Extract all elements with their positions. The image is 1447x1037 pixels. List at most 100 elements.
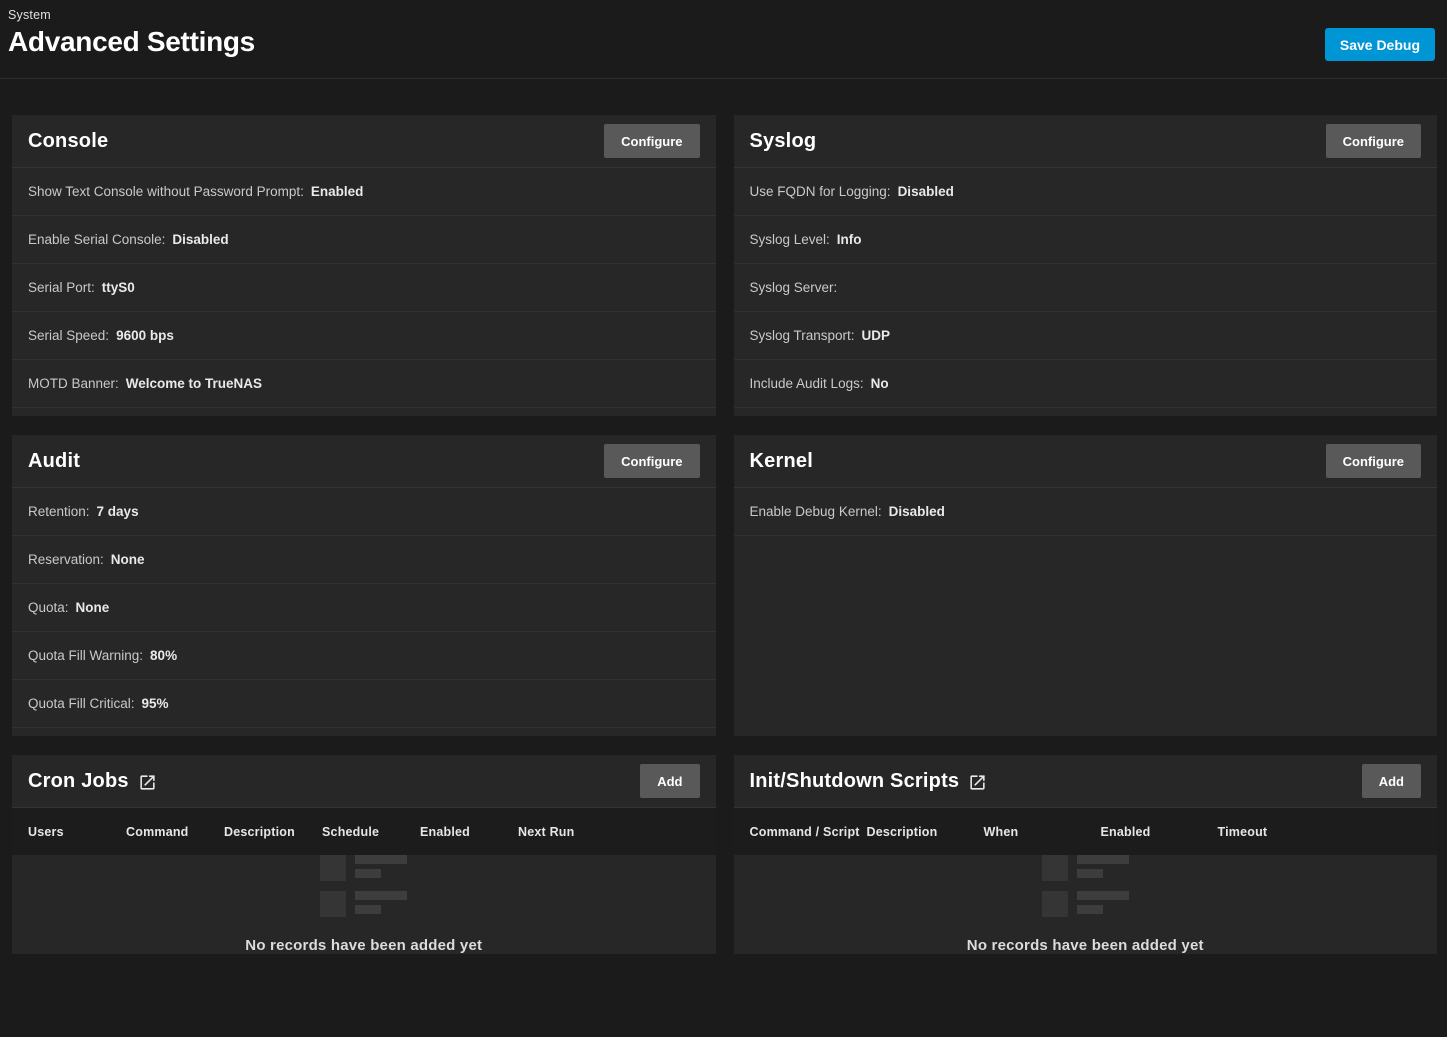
row-label: Syslog Level:	[749, 232, 830, 247]
console-row: MOTD Banner: Welcome to TrueNAS	[12, 360, 716, 408]
syslog-card-header: Syslog Configure	[733, 115, 1437, 168]
audit-row: Quota Fill Critical: 95%	[12, 680, 716, 728]
audit-row: Quota: None	[12, 584, 716, 632]
column-header-enabled: Enabled	[420, 824, 471, 839]
cron-jobs-title-text: Cron Jobs	[28, 769, 129, 792]
syslog-configure-button[interactable]: Configure	[1325, 124, 1421, 158]
empty-state-text: No records have been added yet	[966, 937, 1204, 954]
empty-list-icon	[1041, 855, 1129, 917]
syslog-row: Syslog Transport: UDP	[733, 312, 1437, 360]
row-label: MOTD Banner:	[28, 376, 119, 391]
kernel-card-title: Kernel	[749, 449, 813, 472]
kernel-card-header: Kernel Configure	[733, 435, 1437, 488]
audit-row: Quota Fill Warning: 80%	[12, 632, 716, 680]
column-header-enabled: Enabled	[1100, 824, 1151, 839]
row-label: Syslog Transport:	[749, 328, 855, 343]
page-title: Advanced Settings	[8, 26, 255, 57]
row-value: 7 days	[96, 504, 139, 519]
row-label: Enable Debug Kernel:	[749, 504, 882, 519]
empty-state-text: No records have been added yet	[245, 937, 483, 954]
init-shutdown-card-header: Init/Shutdown Scripts Add	[733, 755, 1437, 808]
row-label: Reservation:	[28, 552, 104, 567]
kernel-row: Enable Debug Kernel: Disabled	[733, 488, 1437, 536]
console-row: Enable Serial Console: Disabled	[12, 216, 716, 264]
audit-configure-button[interactable]: Configure	[604, 444, 700, 478]
card-bottom-pad	[12, 728, 716, 736]
card-bottom-pad	[734, 408, 1438, 416]
row-value: 80%	[150, 648, 178, 663]
row-value: UDP	[861, 328, 891, 343]
row-label: Retention:	[28, 504, 90, 519]
audit-row: Reservation: None	[12, 536, 716, 584]
row-value: 9600 bps	[116, 328, 174, 343]
row-value: Enabled	[310, 184, 364, 199]
column-header-timeout: Timeout	[1217, 824, 1268, 839]
row-value: Disabled	[888, 504, 945, 519]
column-header-when: When	[983, 824, 1019, 839]
console-card-header: Console Configure	[12, 115, 716, 168]
row-value: 95%	[141, 696, 169, 711]
init-shutdown-add-button[interactable]: Add	[1361, 764, 1421, 798]
row-value: ttyS0	[101, 280, 135, 295]
cron-jobs-table-header: Users Command Description Schedule Enabl…	[12, 808, 716, 855]
card-bottom-pad	[12, 408, 716, 416]
cron-jobs-add-button[interactable]: Add	[640, 764, 700, 798]
column-header-description: Description	[224, 824, 295, 839]
open-in-new-icon[interactable]	[968, 773, 987, 792]
audit-card-header: Audit Configure	[12, 435, 716, 488]
syslog-row: Include Audit Logs: No	[733, 360, 1437, 408]
row-label: Quota Fill Warning:	[28, 648, 144, 663]
row-label: Serial Port:	[28, 280, 95, 295]
row-value: Welcome to TrueNAS	[125, 376, 263, 391]
audit-card: Audit Configure Retention: 7 days Reserv…	[12, 435, 716, 736]
syslog-card-title: Syslog	[749, 129, 817, 152]
column-header-command: Command	[126, 824, 189, 839]
kernel-configure-button[interactable]: Configure	[1325, 444, 1421, 478]
audit-row: Retention: 7 days	[12, 488, 716, 536]
save-debug-button[interactable]: Save Debug	[1324, 28, 1435, 61]
init-shutdown-empty-state: No records have been added yet	[734, 855, 1438, 954]
kernel-card: Kernel Configure Enable Debug Kernel: Di…	[733, 435, 1437, 736]
breadcrumb[interactable]: System	[8, 8, 1435, 22]
console-card: Console Configure Show Text Console with…	[12, 115, 716, 416]
row-label: Quota Fill Critical:	[28, 696, 135, 711]
skeleton-item	[320, 891, 408, 917]
audit-card-title: Audit	[28, 449, 81, 472]
empty-list-icon	[320, 855, 408, 917]
init-shutdown-table-header: Command / Script Description When Enable…	[733, 808, 1437, 855]
row-label: Include Audit Logs:	[749, 376, 864, 391]
syslog-row: Use FQDN for Logging: Disabled	[733, 168, 1437, 216]
syslog-card: Syslog Configure Use FQDN for Logging: D…	[733, 115, 1438, 416]
page-header: System Advanced Settings Save Debug	[0, 0, 1447, 79]
row-label: Show Text Console without Password Promp…	[28, 184, 304, 199]
console-card-title: Console	[28, 129, 109, 152]
row-value: Disabled	[897, 184, 954, 199]
column-header-description: Description	[866, 824, 938, 839]
skeleton-item	[1041, 855, 1129, 881]
row-value: None	[110, 552, 145, 567]
init-shutdown-card-title: Init/Shutdown Scripts	[750, 770, 988, 793]
row-value: Disabled	[172, 232, 229, 247]
row-value: No	[870, 376, 889, 391]
console-row: Serial Speed: 9600 bps	[12, 312, 716, 360]
row-label: Serial Speed:	[28, 328, 110, 343]
console-configure-button[interactable]: Configure	[604, 124, 700, 158]
cron-jobs-empty-state: No records have been added yet	[12, 855, 716, 954]
syslog-row: Syslog Server:	[733, 264, 1437, 312]
syslog-row: Syslog Level: Info	[733, 216, 1437, 264]
console-row: Show Text Console without Password Promp…	[12, 168, 716, 216]
open-in-new-icon[interactable]	[138, 773, 157, 792]
init-shutdown-card: Init/Shutdown Scripts Add Command / Scri…	[733, 755, 1438, 954]
cron-jobs-card-header: Cron Jobs Add	[12, 755, 716, 808]
column-header-next-run: Next Run	[518, 824, 575, 839]
column-header-schedule: Schedule	[322, 824, 380, 839]
cards-grid: Console Configure Show Text Console with…	[0, 79, 1447, 963]
row-label: Quota:	[28, 600, 69, 615]
row-value: None	[75, 600, 110, 615]
cron-jobs-card-title: Cron Jobs	[28, 770, 157, 793]
row-label: Use FQDN for Logging:	[749, 184, 891, 199]
column-header-users: Users	[28, 824, 64, 839]
row-label: Enable Serial Console:	[28, 232, 166, 247]
row-value: Info	[836, 232, 862, 247]
row-label: Syslog Server:	[749, 280, 838, 295]
